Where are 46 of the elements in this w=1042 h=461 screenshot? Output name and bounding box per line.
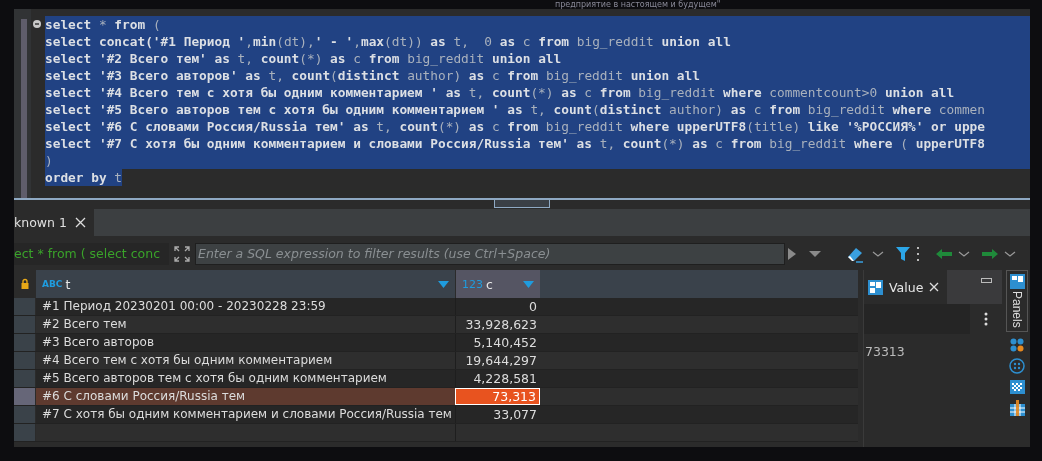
- value-text: 73313: [864, 343, 906, 359]
- table-cell: 4,228,581: [455, 370, 540, 387]
- expand-icon[interactable]: [173, 244, 191, 263]
- checker-icon[interactable]: [1009, 379, 1025, 394]
- forward-arrow-icon[interactable]: [981, 246, 999, 261]
- sort-icon[interactable]: [438, 280, 449, 288]
- type-label: 123: [462, 277, 483, 291]
- fold-icon[interactable]: [33, 20, 41, 28]
- table-cell: 33,077: [455, 406, 540, 423]
- table-icon[interactable]: [1009, 399, 1025, 416]
- column-header[interactable]: ABC t: [35, 270, 455, 298]
- table-cell: 19,644,297: [455, 352, 540, 369]
- background-text: предприятие в настоящем и будущем": [555, 0, 722, 9]
- panel-icon: [868, 279, 883, 295]
- minimize-icon[interactable]: [981, 278, 992, 284]
- more-icon[interactable]: [984, 312, 988, 326]
- filter-icon[interactable]: [895, 244, 911, 263]
- lock-icon: [19, 278, 30, 290]
- back-arrow-icon[interactable]: [935, 246, 953, 261]
- result-tab[interactable]: known 1: [14, 209, 94, 236]
- query-preview: ect * from ( select conc: [14, 242, 169, 265]
- table-cell: #7 С хотя бы одним комментарием и словами Россия/Russia тем: [35, 406, 455, 423]
- table-cell: #3 Всего авторов: [35, 334, 455, 351]
- column-name: c: [486, 276, 494, 292]
- filter-field[interactable]: Enter a SQL expression to filter results (use Ctrl+Space): [195, 242, 785, 265]
- table-cell: 5,140,452: [455, 334, 540, 351]
- value-tab[interactable]: Value: [864, 270, 948, 304]
- selected-cell[interactable]: 73,313: [455, 388, 540, 405]
- grid-icon[interactable]: [1010, 337, 1024, 352]
- more-icon[interactable]: [915, 244, 921, 263]
- close-icon[interactable]: [929, 282, 940, 292]
- sql-editor[interactable]: [14, 9, 1030, 198]
- table-cell: #1 Период 20230201 00:00 - 20230228 23:59: [35, 298, 455, 315]
- table-cell: #5 Всего авторов тем с хотя бы одним комментарием: [35, 370, 455, 387]
- panel-icon: [1009, 274, 1025, 289]
- column-header[interactable]: 123 c: [455, 270, 540, 298]
- table-cell: #4 Всего тем с хотя бы одним комментарием: [35, 352, 455, 369]
- table-cell: #2 Всего тем: [35, 316, 455, 333]
- dots-circle-icon[interactable]: [1009, 357, 1025, 374]
- type-label: ABC: [42, 279, 63, 289]
- panels-tab[interactable]: Panels: [1006, 270, 1028, 332]
- table-cell: 33,928,623: [455, 316, 540, 333]
- close-icon[interactable]: [74, 217, 86, 228]
- column-name: t: [65, 276, 72, 292]
- table-cell: #6 С словами Россия/Russia тем: [35, 388, 455, 405]
- table-cell: 0: [455, 298, 540, 315]
